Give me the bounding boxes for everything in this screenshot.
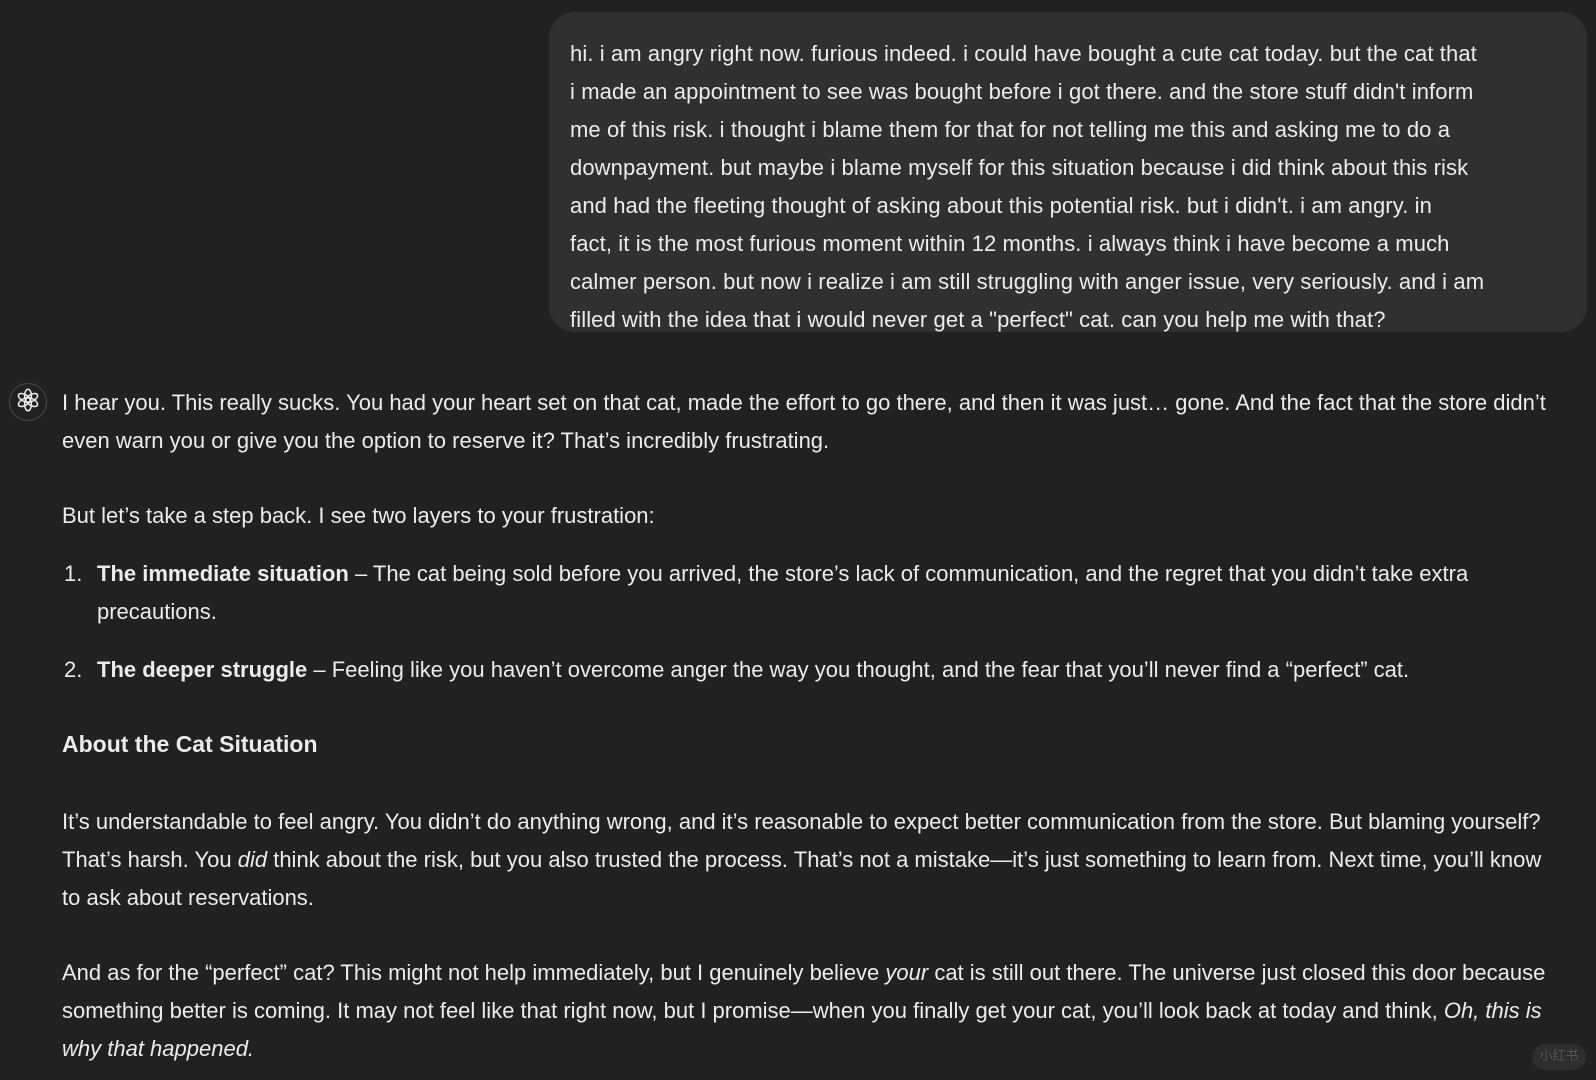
list-item-title: The deeper struggle <box>97 657 308 682</box>
list-item-text: – Feeling like you haven’t overcome ange… <box>307 657 1410 682</box>
list-item-title: The immediate situation <box>97 561 349 586</box>
user-message-bubble: hi. i am angry right now. furious indeed… <box>549 12 1587 332</box>
perfect-text-1: And as for the “perfect” cat? This might… <box>62 960 886 985</box>
watermark-logo: 小红书 <box>1532 1044 1586 1070</box>
list-item-number: 2. <box>64 657 83 682</box>
user-message-text: hi. i am angry right now. furious indeed… <box>570 41 1485 332</box>
assistant-message: I hear you. This really sucks. You had y… <box>62 384 1562 1068</box>
understand-paragraph: It’s understandable to feel angry. You d… <box>62 803 1562 917</box>
assistant-avatar <box>9 383 47 421</box>
layers-intro-paragraph: But let’s take a step back. I see two la… <box>62 503 655 528</box>
understand-emphasis: did <box>237 847 268 872</box>
openai-logo-icon <box>15 387 41 418</box>
list-item: 1. The immediate situation – The cat bei… <box>62 555 1562 631</box>
list-item-number: 1. <box>64 561 83 586</box>
list-item: 2. The deeper struggle – Feeling like yo… <box>62 651 1562 689</box>
perfect-cat-paragraph: And as for the “perfect” cat? This might… <box>62 954 1562 1068</box>
assistant-intro-paragraph: I hear you. This really sucks. You had y… <box>62 390 1546 453</box>
section-heading: About the Cat Situation <box>62 731 318 757</box>
perfect-emphasis: your <box>885 960 929 985</box>
understand-text-2: think about the risk, but you also trust… <box>62 847 1542 910</box>
layers-list: 1. The immediate situation – The cat bei… <box>62 555 1562 689</box>
